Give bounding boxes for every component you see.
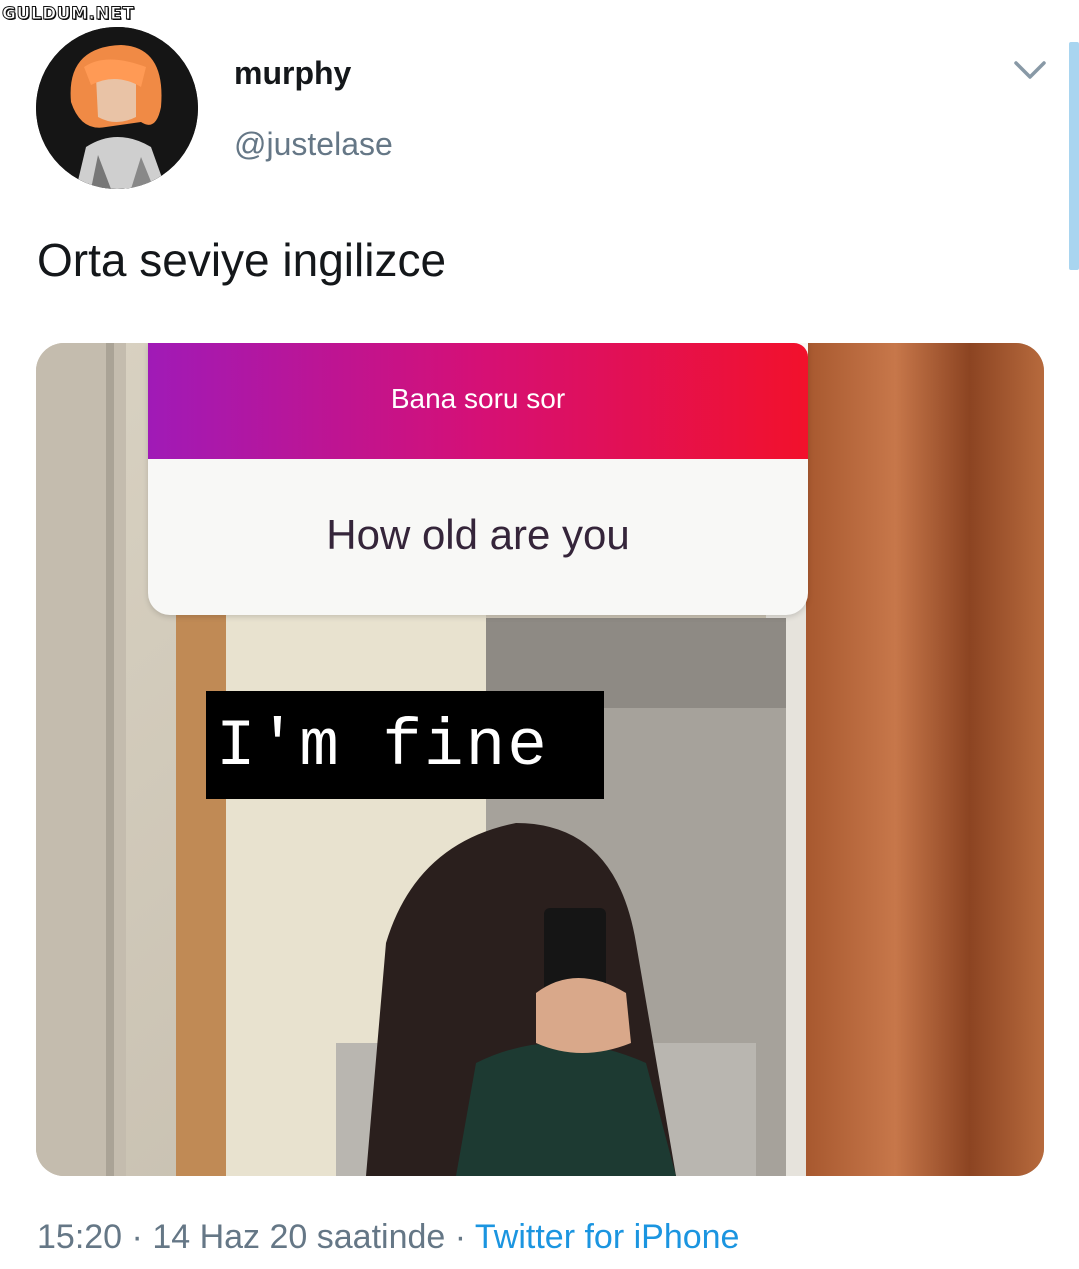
display-name[interactable]: murphy bbox=[234, 55, 351, 92]
answer-text: I'm fine bbox=[216, 709, 549, 784]
tweet-source-link[interactable]: Twitter for iPhone bbox=[475, 1218, 740, 1256]
question-header-label: Bana soru sor bbox=[390, 383, 566, 414]
meta-separator: · bbox=[122, 1218, 153, 1256]
chevron-down-icon[interactable] bbox=[1012, 56, 1048, 84]
watermark-logo: GULDUM.NET bbox=[1, 4, 135, 25]
tweet-date: 14 Haz 20 saatinde bbox=[152, 1218, 446, 1256]
tweet-text: Orta seviye ingilizce bbox=[37, 234, 447, 286]
question-text: How old are you bbox=[326, 511, 630, 558]
meta-separator: · bbox=[445, 1218, 475, 1256]
tweet-media[interactable]: Bana soru sor How old are you I'm fine bbox=[36, 343, 1044, 1176]
tweet-time: 15:20 bbox=[37, 1218, 123, 1256]
avatar-photo bbox=[36, 27, 198, 189]
avatar[interactable] bbox=[36, 27, 198, 189]
scrollbar[interactable] bbox=[1069, 42, 1079, 270]
user-handle[interactable]: @justelase bbox=[234, 126, 393, 163]
question-sticker: Bana soru sor How old are you bbox=[148, 343, 808, 615]
tweet-metadata: 15:20 · 14 Haz 20 saatinde · Twitter for… bbox=[37, 1218, 739, 1257]
question-header: Bana soru sor bbox=[148, 343, 808, 459]
answer-caption: I'm fine bbox=[206, 691, 604, 799]
